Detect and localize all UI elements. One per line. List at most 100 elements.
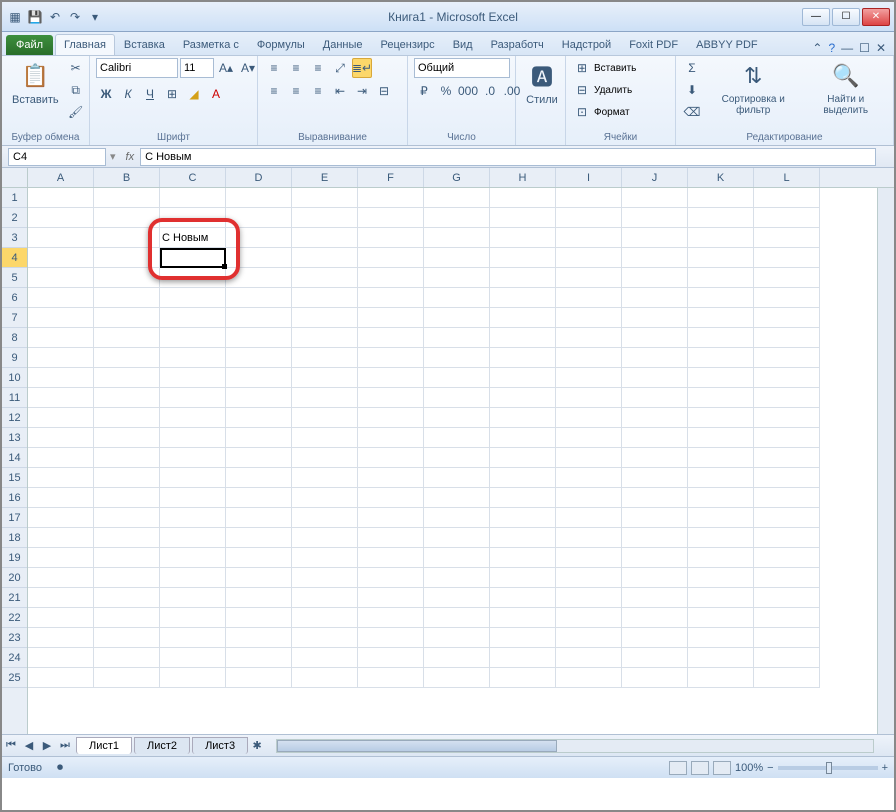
cell-F20[interactable] xyxy=(358,568,424,588)
excel-icon[interactable]: ▦ xyxy=(6,8,24,26)
cell-E9[interactable] xyxy=(292,348,358,368)
cell-G9[interactable] xyxy=(424,348,490,368)
cell-L12[interactable] xyxy=(754,408,820,428)
tab-view[interactable]: Вид xyxy=(444,34,482,55)
cell-H7[interactable] xyxy=(490,308,556,328)
cell-K6[interactable] xyxy=(688,288,754,308)
cell-E24[interactable] xyxy=(292,648,358,668)
cell-A23[interactable] xyxy=(28,628,94,648)
cell-I6[interactable] xyxy=(556,288,622,308)
bold-button[interactable]: Ж xyxy=(96,84,116,104)
cell-D23[interactable] xyxy=(226,628,292,648)
tab-review[interactable]: Рецензирс xyxy=(372,34,444,55)
format-cells-icon[interactable]: ⊡ xyxy=(572,102,592,122)
cell-L24[interactable] xyxy=(754,648,820,668)
cell-A21[interactable] xyxy=(28,588,94,608)
cell-C9[interactable] xyxy=(160,348,226,368)
row-header-2[interactable]: 2 xyxy=(2,208,27,228)
align-top-icon[interactable]: ≡ xyxy=(264,58,284,78)
cell-K10[interactable] xyxy=(688,368,754,388)
doc-minimize-icon[interactable]: — xyxy=(841,41,853,55)
cell-A10[interactable] xyxy=(28,368,94,388)
cell-C6[interactable] xyxy=(160,288,226,308)
cell-E17[interactable] xyxy=(292,508,358,528)
cell-G10[interactable] xyxy=(424,368,490,388)
cell-J16[interactable] xyxy=(622,488,688,508)
cell-J14[interactable] xyxy=(622,448,688,468)
cell-K3[interactable] xyxy=(688,228,754,248)
cell-G23[interactable] xyxy=(424,628,490,648)
cell-G19[interactable] xyxy=(424,548,490,568)
column-header-L[interactable]: L xyxy=(754,168,820,187)
cell-K24[interactable] xyxy=(688,648,754,668)
row-header-13[interactable]: 13 xyxy=(2,428,27,448)
font-size-selector[interactable]: 11 xyxy=(180,58,214,78)
row-header-9[interactable]: 9 xyxy=(2,348,27,368)
cell-K23[interactable] xyxy=(688,628,754,648)
cell-G14[interactable] xyxy=(424,448,490,468)
cell-D22[interactable] xyxy=(226,608,292,628)
minimize-ribbon-icon[interactable]: ⌃ xyxy=(812,41,822,55)
cell-K13[interactable] xyxy=(688,428,754,448)
zoom-level[interactable]: 100% xyxy=(735,762,763,774)
cell-F11[interactable] xyxy=(358,388,424,408)
cell-E6[interactable] xyxy=(292,288,358,308)
cell-L10[interactable] xyxy=(754,368,820,388)
cell-H21[interactable] xyxy=(490,588,556,608)
cell-C15[interactable] xyxy=(160,468,226,488)
cell-C11[interactable] xyxy=(160,388,226,408)
cell-A3[interactable] xyxy=(28,228,94,248)
find-select-button[interactable]: 🔍 Найти и выделить xyxy=(804,58,887,118)
cell-F4[interactable] xyxy=(358,248,424,268)
column-header-K[interactable]: K xyxy=(688,168,754,187)
cell-L23[interactable] xyxy=(754,628,820,648)
cell-E23[interactable] xyxy=(292,628,358,648)
cell-F10[interactable] xyxy=(358,368,424,388)
cell-D18[interactable] xyxy=(226,528,292,548)
cell-J19[interactable] xyxy=(622,548,688,568)
cell-G15[interactable] xyxy=(424,468,490,488)
cell-C22[interactable] xyxy=(160,608,226,628)
cell-F5[interactable] xyxy=(358,268,424,288)
help-icon[interactable]: ? xyxy=(828,41,835,55)
align-right-icon[interactable]: ≡ xyxy=(308,81,328,101)
cell-L20[interactable] xyxy=(754,568,820,588)
cell-B12[interactable] xyxy=(94,408,160,428)
column-header-B[interactable]: B xyxy=(94,168,160,187)
cell-D2[interactable] xyxy=(226,208,292,228)
row-header-5[interactable]: 5 xyxy=(2,268,27,288)
cell-C16[interactable] xyxy=(160,488,226,508)
cell-H24[interactable] xyxy=(490,648,556,668)
cell-I20[interactable] xyxy=(556,568,622,588)
cell-C23[interactable] xyxy=(160,628,226,648)
cell-H20[interactable] xyxy=(490,568,556,588)
cell-K16[interactable] xyxy=(688,488,754,508)
row-header-21[interactable]: 21 xyxy=(2,588,27,608)
tab-home[interactable]: Главная xyxy=(55,34,115,55)
vertical-scrollbar[interactable] xyxy=(877,188,894,734)
qat-more-icon[interactable]: ▾ xyxy=(86,8,104,26)
row-header-15[interactable]: 15 xyxy=(2,468,27,488)
cell-I3[interactable] xyxy=(556,228,622,248)
cell-C2[interactable] xyxy=(160,208,226,228)
cell-J10[interactable] xyxy=(622,368,688,388)
increase-font-icon[interactable]: A▴ xyxy=(216,58,236,78)
cell-H2[interactable] xyxy=(490,208,556,228)
cell-F21[interactable] xyxy=(358,588,424,608)
cell-L7[interactable] xyxy=(754,308,820,328)
cell-E16[interactable] xyxy=(292,488,358,508)
cell-K19[interactable] xyxy=(688,548,754,568)
cell-C19[interactable] xyxy=(160,548,226,568)
cell-I24[interactable] xyxy=(556,648,622,668)
redo-icon[interactable]: ↷ xyxy=(66,8,84,26)
cell-A7[interactable] xyxy=(28,308,94,328)
cell-C3[interactable]: С Новым xyxy=(160,228,226,248)
cell-J21[interactable] xyxy=(622,588,688,608)
cell-G7[interactable] xyxy=(424,308,490,328)
minimize-button[interactable]: — xyxy=(802,8,830,26)
sheet-nav-last-icon[interactable]: ⏭ xyxy=(56,737,74,755)
cell-B13[interactable] xyxy=(94,428,160,448)
horizontal-scrollbar[interactable] xyxy=(276,739,874,753)
cell-I8[interactable] xyxy=(556,328,622,348)
cell-L25[interactable] xyxy=(754,668,820,688)
